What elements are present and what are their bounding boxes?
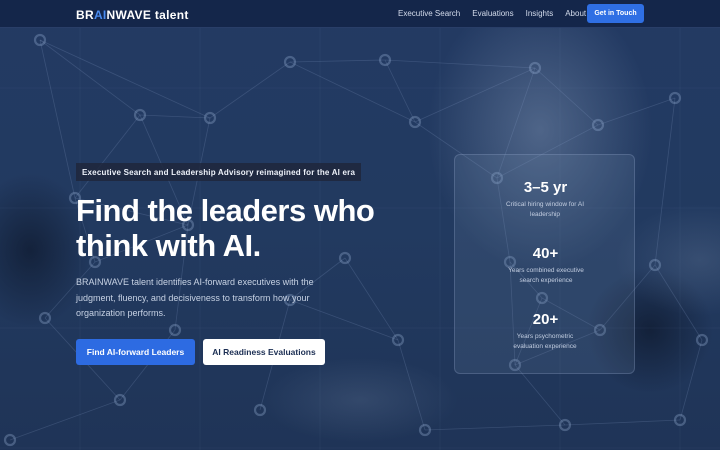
stat-search-experience: 40+ Years combined executive search expe… — [455, 245, 636, 285]
stat-value: 40+ — [532, 245, 559, 262]
logo-text-talent: talent — [154, 8, 189, 22]
network-line — [397, 339, 426, 431]
network-line — [564, 419, 681, 426]
stats-card: 3–5 yr Critical hiring window for AI lea… — [454, 154, 635, 374]
stat-value: 20+ — [532, 311, 559, 328]
headline-line-2: think with AI. — [76, 228, 261, 263]
stat-label: Years psychometric evaluation experience — [513, 333, 577, 350]
network-line — [9, 399, 121, 441]
nav-link-about[interactable]: About — [565, 9, 586, 18]
hero-tagline: Executive Search and Leadership Advisory… — [76, 163, 362, 181]
logo-text-prefix: BR — [76, 8, 94, 22]
network-line — [534, 67, 599, 126]
network-line — [654, 264, 703, 341]
brand-logo[interactable]: BRAINWAVE talent — [76, 8, 189, 22]
network-line — [384, 59, 536, 69]
network-line — [289, 61, 416, 123]
top-navbar: BRAINWAVE talent Executive Search Evalua… — [0, 0, 720, 28]
ai-readiness-evaluations-button[interactable]: AI Readiness Evaluations — [203, 339, 325, 365]
stat-value: 3–5 yr — [523, 179, 568, 196]
network-line — [39, 39, 76, 199]
network-line — [384, 59, 416, 123]
network-line — [39, 39, 211, 119]
stat-psychometric-experience: 20+ Years psychometric evaluation experi… — [455, 311, 636, 351]
logo-text-ai: AI — [93, 8, 107, 22]
network-line — [654, 97, 676, 266]
headline-line-1: Find the leaders who — [76, 193, 375, 228]
network-line — [39, 39, 141, 116]
nav-link-executive-search[interactable]: Executive Search — [398, 9, 460, 18]
network-line — [679, 339, 703, 421]
get-in-touch-button[interactable]: Get in Touch — [587, 4, 644, 23]
network-line — [74, 114, 141, 199]
logo-text-suffix: NWAVE — [106, 8, 152, 22]
stat-hiring-window: 3–5 yr Critical hiring window for AI lea… — [455, 179, 636, 219]
nav-link-evaluations[interactable]: Evaluations — [472, 9, 513, 18]
stat-label: Years combined executive search experien… — [508, 267, 584, 284]
stat-label: Critical hiring window for AI leadership — [505, 201, 585, 218]
network-line — [514, 364, 566, 426]
network-line — [597, 97, 676, 126]
nav-links: Executive Search Evaluations Insights Ab… — [398, 9, 598, 18]
network-line — [424, 424, 566, 431]
network-line — [139, 114, 211, 119]
network-line — [209, 61, 291, 119]
nav-link-insights[interactable]: Insights — [526, 9, 554, 18]
find-ai-forward-leaders-button[interactable]: Find AI-forward Leaders — [76, 339, 195, 365]
hero-headline: Find the leaders who think with AI. — [76, 193, 406, 263]
network-line — [289, 59, 386, 63]
hero-subcopy: BRAINWAVE talent identifies AI-forward e… — [76, 277, 314, 318]
network-line — [414, 67, 536, 123]
